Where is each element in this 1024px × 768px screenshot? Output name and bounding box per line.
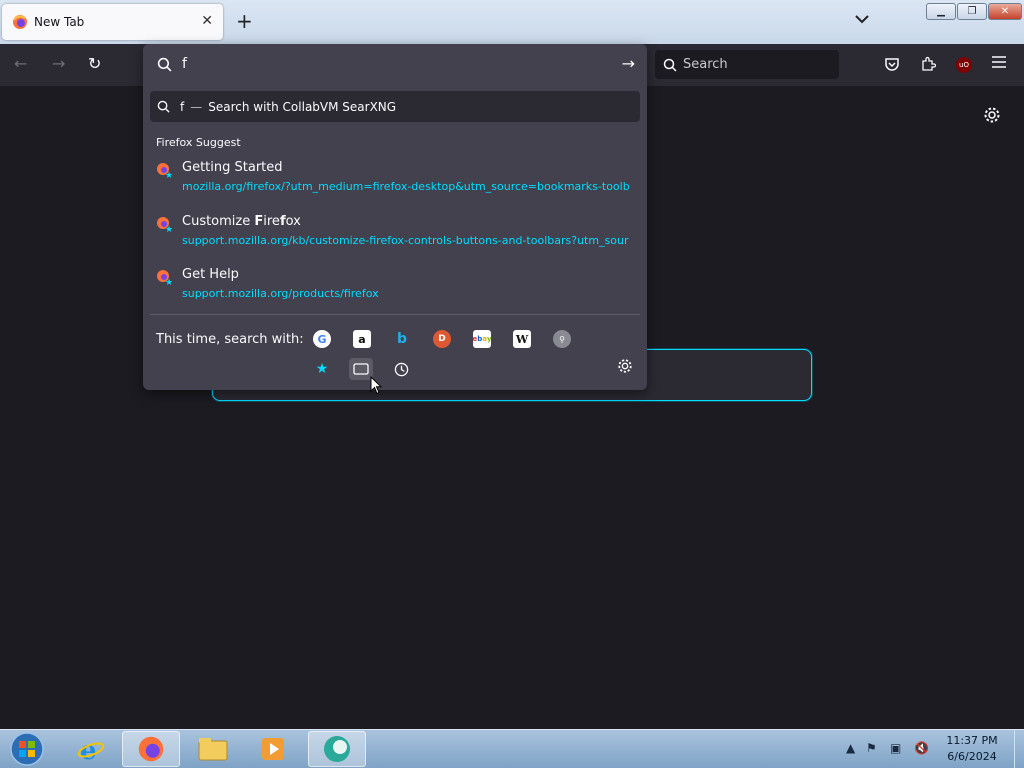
minimize-button[interactable]: ▁ [926,3,956,20]
ebay-icon[interactable]: ebay [472,330,492,348]
result-title: Getting Started [182,160,283,175]
search-icon [157,100,170,113]
network-icon[interactable]: ▣ [890,741,901,755]
customize-page-gear-icon[interactable] [983,106,1001,129]
close-window-button[interactable]: ✕ [988,3,1022,20]
pocket-icon[interactable] [884,56,900,76]
tab-new-tab[interactable]: New Tab ✕ [2,4,223,40]
firefox-bookmark-icon: ★ [157,270,172,285]
menu-icon[interactable] [992,56,1006,72]
start-button[interactable] [0,731,54,767]
close-tab-icon[interactable]: ✕ [201,13,213,29]
history-icon[interactable] [389,358,413,380]
amazon-icon[interactable]: a [353,330,371,348]
divider [150,314,640,315]
media-player-icon[interactable] [244,731,302,767]
result-url: mozilla.org/firefox/?utm_medium=firefox-… [182,180,630,193]
duckduckgo-icon[interactable]: D [433,330,451,348]
google-icon[interactable]: G [313,330,331,348]
result-row[interactable]: ★ Get Help support.mozilla.org/products/… [156,267,634,311]
system-clock[interactable]: 11:37 PM 6/6/2024 [940,733,1004,765]
separator-dash: — [190,99,203,114]
new-tab-button[interactable]: + [236,9,253,33]
one-off-label: This time, search with: [156,332,304,347]
firefox-taskbar-icon[interactable] [122,731,180,767]
restore-button[interactable]: ❐ [957,3,987,20]
address-input[interactable]: f [143,44,647,84]
show-hidden-icons[interactable]: ▲ [846,741,855,755]
search-query: f [180,99,185,114]
volume-muted-icon[interactable]: 🔇 [914,741,929,755]
search-placeholder: Search [683,57,728,72]
result-url: support.mozilla.org/kb/customize-firefox… [182,234,629,247]
search-input[interactable]: Search [655,50,839,79]
reload-icon[interactable]: ↻ [88,54,101,73]
tab-title: New Tab [34,15,85,29]
svg-text:★: ★ [165,225,172,232]
mouse-cursor-icon [370,375,383,399]
search-settings-gear-icon[interactable] [617,358,633,378]
action-center-flag-icon[interactable]: ⚑ [866,741,877,755]
file-explorer-icon[interactable] [184,731,242,767]
collabvm-icon[interactable] [308,731,366,767]
show-desktop-button[interactable] [1014,729,1024,768]
address-value: f [182,56,187,72]
search-with-label: Search with CollabVM SearXNG [208,99,397,114]
forward-icon[interactable]: → [52,54,65,73]
firefox-icon [13,15,27,29]
result-url: support.mozilla.org/products/firefox [182,287,379,300]
result-title: Customize Firefox [182,214,301,229]
section-heading: Firefox Suggest [156,136,241,149]
extensions-icon[interactable] [920,56,937,76]
searxng-icon[interactable]: ⚲ [553,330,571,348]
back-icon[interactable]: ← [14,54,27,73]
search-icon [663,58,677,72]
wikipedia-icon[interactable]: W [513,330,531,348]
clock-time: 11:37 PM [946,734,998,747]
result-row[interactable]: ★ Customize Firefox support.mozilla.org/… [156,214,634,258]
bing-icon[interactable]: b [393,330,411,348]
internet-explorer-icon[interactable]: e [62,731,120,767]
list-all-tabs-icon[interactable] [855,12,869,28]
firefox-bookmark-icon: ★ [157,163,172,178]
result-row[interactable]: ★ Getting Started mozilla.org/firefox/?u… [156,160,634,204]
go-arrow-icon[interactable]: → [622,54,635,73]
ublock-origin-icon[interactable]: uO [956,57,972,73]
svg-text:★: ★ [165,171,172,178]
clock-date: 6/6/2024 [947,750,997,763]
bookmarks-icon[interactable]: ★ [310,358,334,380]
firefox-bookmark-icon: ★ [157,217,172,232]
result-title: Get Help [182,267,239,282]
svg-text:★: ★ [165,278,172,285]
search-icon [157,57,172,71]
urlbar-popup: f → f — Search with CollabVM SearXNG Fir… [143,44,647,390]
search-with-engine-row[interactable]: f — Search with CollabVM SearXNG [150,91,640,122]
